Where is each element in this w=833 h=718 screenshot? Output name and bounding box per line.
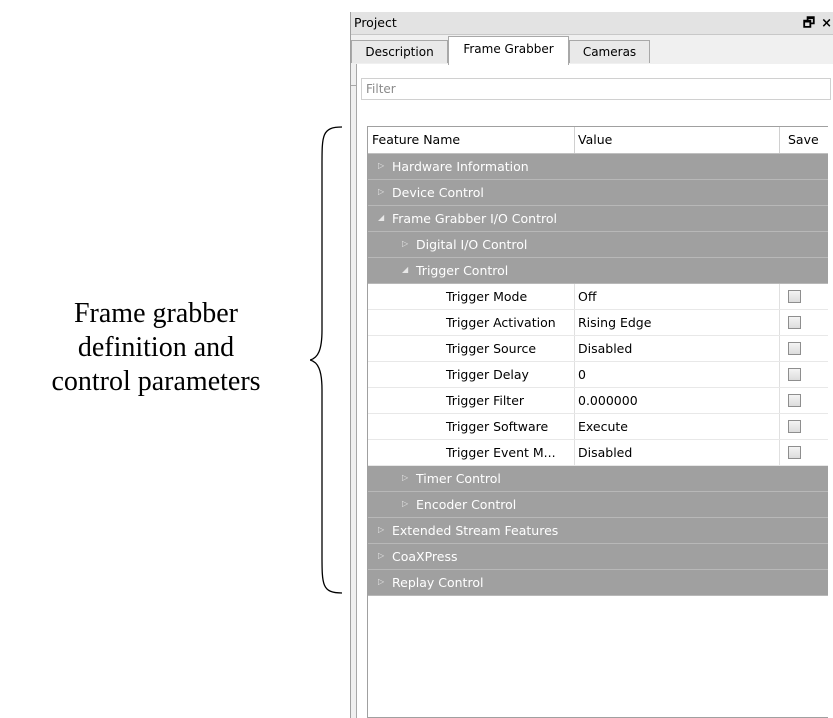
tab-frame-grabber[interactable]: Frame Grabber (448, 36, 569, 65)
feature-row[interactable]: Trigger Activation Rising Edge (368, 310, 828, 336)
feature-value[interactable]: Disabled (578, 341, 632, 356)
feature-grid: Feature Name Value Save ▷ Hardware Inform… (367, 126, 828, 718)
group-label: Extended Stream Features (392, 523, 559, 538)
header-separator[interactable] (574, 127, 575, 153)
group-row[interactable]: ▷ Timer Control (368, 466, 828, 492)
group-label: Hardware Information (392, 159, 529, 174)
group-row[interactable]: ▷ Encoder Control (368, 492, 828, 518)
feature-name: Trigger Delay (446, 367, 529, 382)
expand-arrow-icon[interactable]: ▷ (378, 577, 384, 586)
restore-icon[interactable]: 🗗 (803, 14, 815, 36)
panel-title: Project (354, 15, 397, 30)
annotation-line: definition and (77, 332, 235, 363)
cell-separator (779, 310, 780, 335)
expand-arrow-icon[interactable]: ▷ (402, 239, 408, 248)
grid-header: Feature Name Value Save (368, 127, 828, 154)
save-checkbox[interactable] (788, 446, 801, 459)
save-checkbox[interactable] (788, 368, 801, 381)
feature-value[interactable]: 0.000000 (578, 393, 638, 408)
group-label: CoaXPress (392, 549, 458, 564)
panel-titlebar: Project 🗗 × (351, 12, 833, 35)
expand-arrow-icon[interactable]: ▷ (378, 525, 384, 534)
cell-separator (779, 284, 780, 309)
feature-row[interactable]: Trigger Filter 0.000000 (368, 388, 828, 414)
close-icon[interactable]: × (821, 16, 832, 31)
feature-value[interactable]: Rising Edge (578, 315, 651, 330)
group-label: Replay Control (392, 575, 484, 590)
feature-row[interactable]: Trigger Delay 0 (368, 362, 828, 388)
curly-brace (310, 126, 343, 594)
cell-separator (574, 440, 575, 465)
group-row[interactable]: ▷ Replay Control (368, 570, 828, 596)
cell-separator (779, 388, 780, 413)
group-row[interactable]: ▷ Extended Stream Features (368, 518, 828, 544)
feature-row[interactable]: Trigger Event M... Disabled (368, 440, 828, 466)
feature-value[interactable]: Disabled (578, 445, 632, 460)
save-checkbox[interactable] (788, 420, 801, 433)
header-save[interactable]: Save (788, 132, 819, 147)
annotation-line: control parameters (51, 366, 261, 397)
header-value[interactable]: Value (578, 132, 612, 147)
expand-arrow-icon[interactable]: ▷ (378, 551, 384, 560)
collapse-arrow-icon[interactable]: ◢ (378, 213, 384, 222)
save-checkbox[interactable] (788, 342, 801, 355)
group-label: Timer Control (416, 471, 501, 486)
save-checkbox[interactable] (788, 316, 801, 329)
feature-value[interactable]: Off (578, 289, 596, 304)
tab-cameras[interactable]: Cameras (569, 40, 650, 63)
cell-separator (574, 336, 575, 361)
header-feature-name[interactable]: Feature Name (372, 132, 460, 147)
feature-name: Trigger Event M... (446, 445, 556, 460)
feature-value[interactable]: 0 (578, 367, 586, 382)
feature-row[interactable]: Trigger Software Execute (368, 414, 828, 440)
feature-name: Trigger Filter (446, 393, 525, 408)
expand-arrow-icon[interactable]: ▷ (378, 161, 384, 170)
cell-separator (779, 362, 780, 387)
save-checkbox[interactable] (788, 394, 801, 407)
annotation-line: Frame grabber (73, 298, 239, 329)
feature-value[interactable]: Execute (578, 419, 628, 434)
feature-name: Trigger Source (446, 341, 537, 356)
group-row[interactable]: ◢ Trigger Control (368, 258, 828, 284)
feature-row[interactable]: Trigger Source Disabled (368, 336, 828, 362)
tab-bar: Description Frame Grabber Cameras (351, 34, 833, 86)
cell-separator (574, 284, 575, 309)
project-panel: Project 🗗 × Description Frame Grabber Cam… (350, 12, 833, 718)
group-row[interactable]: ◢ Frame Grabber I/O Control (368, 206, 828, 232)
group-label: Trigger Control (416, 263, 509, 278)
cell-separator (574, 310, 575, 335)
save-checkbox[interactable] (788, 290, 801, 303)
group-row[interactable]: ▷ Digital I/O Control (368, 232, 828, 258)
feature-name: Trigger Mode (446, 289, 528, 304)
cell-separator (779, 336, 780, 361)
collapse-arrow-icon[interactable]: ◢ (402, 265, 408, 274)
group-label: Encoder Control (416, 497, 517, 512)
group-label: Digital I/O Control (416, 237, 528, 252)
feature-name: Trigger Activation (446, 315, 556, 330)
expand-arrow-icon[interactable]: ▷ (402, 473, 408, 482)
group-row[interactable]: ▷ Hardware Information (368, 154, 828, 180)
expand-arrow-icon[interactable]: ▷ (402, 499, 408, 508)
annotation-text: Frame grabber definition and control par… (0, 297, 312, 399)
feature-row[interactable]: Trigger Mode Off (368, 284, 828, 310)
group-label: Frame Grabber I/O Control (392, 211, 557, 226)
cell-separator (574, 388, 575, 413)
feature-name: Trigger Software (446, 419, 549, 434)
cell-separator (574, 414, 575, 439)
cell-separator (779, 440, 780, 465)
tab-description[interactable]: Description (351, 40, 448, 63)
group-row[interactable]: ▷ CoaXPress (368, 544, 828, 570)
filter-input[interactable]: Filter (361, 78, 831, 100)
expand-arrow-icon[interactable]: ▷ (378, 187, 384, 196)
header-separator[interactable] (779, 127, 780, 153)
cell-separator (779, 414, 780, 439)
cell-separator (574, 362, 575, 387)
grid-body: ▷ Hardware Information ▷ Device Control ◢ Fra… (368, 154, 828, 596)
group-label: Device Control (392, 185, 484, 200)
group-row[interactable]: ▷ Device Control (368, 180, 828, 206)
